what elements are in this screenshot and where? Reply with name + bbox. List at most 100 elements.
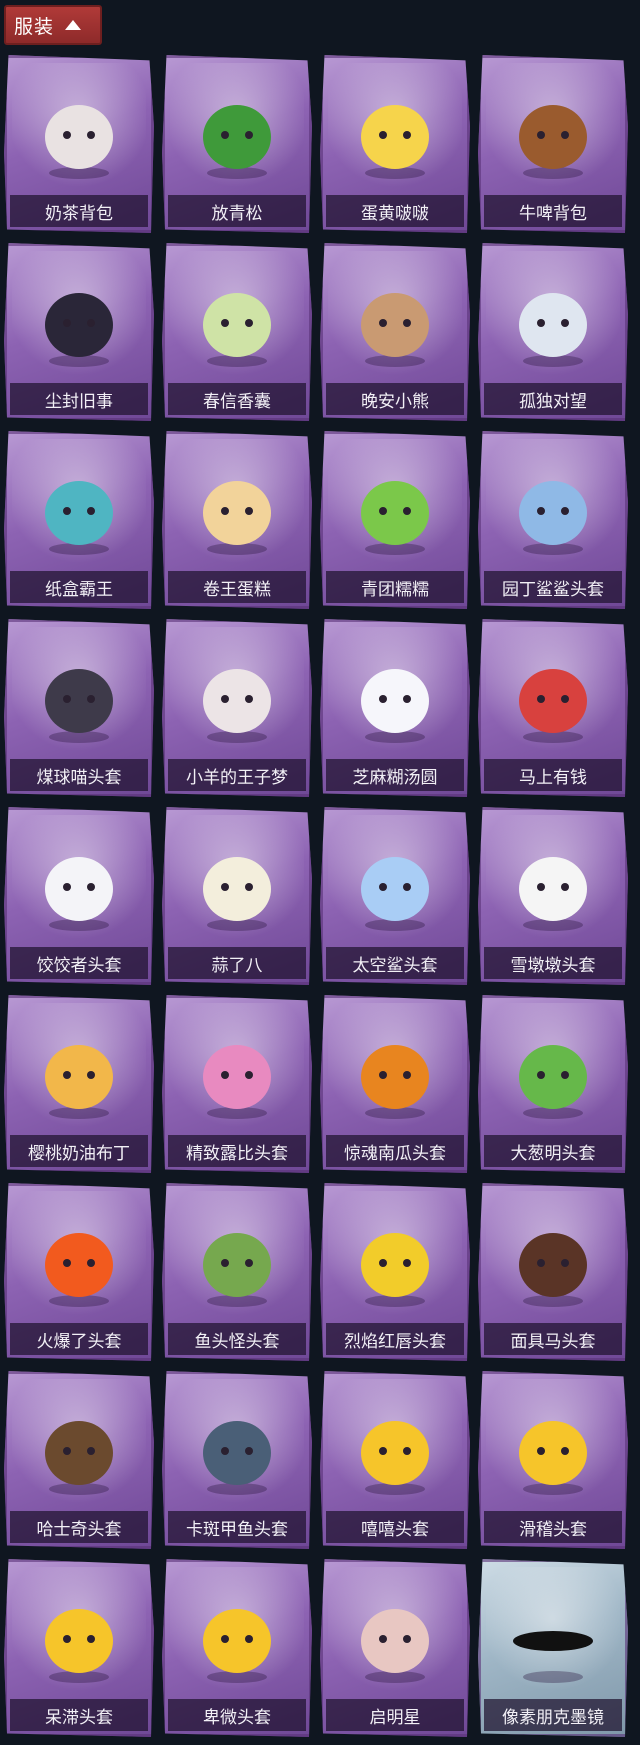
item-card[interactable]: 精致露比头套 — [162, 995, 312, 1173]
fire-head-icon — [45, 1233, 113, 1307]
item-card[interactable]: 晚安小熊 — [320, 243, 470, 421]
item-label: 雪墩墩头套 — [484, 947, 622, 979]
item-label: 呆滞头套 — [10, 1699, 148, 1731]
grin-emoji-icon — [361, 1421, 429, 1495]
item-card[interactable]: 春信香囊 — [162, 243, 312, 421]
item-label: 孤独对望 — [484, 383, 622, 415]
doll-keychain-icon — [45, 293, 113, 367]
bust-figure-icon — [361, 1609, 429, 1683]
item-label: 饺饺者头套 — [10, 947, 148, 979]
item-card[interactable]: 园丁鲨鲨头套 — [478, 431, 628, 609]
pumpkin-icon — [361, 1045, 429, 1119]
item-card[interactable]: 呆滞头套 — [4, 1559, 154, 1737]
item-card[interactable]: 樱桃奶油布丁 — [4, 995, 154, 1173]
horse-mask-icon — [519, 1233, 587, 1307]
milk-tea-bag-icon — [45, 105, 113, 179]
item-label: 蒜了八 — [168, 947, 306, 979]
item-label: 樱桃奶油布丁 — [10, 1135, 148, 1167]
item-label: 嘻嘻头套 — [326, 1511, 464, 1543]
item-label: 煤球喵头套 — [10, 759, 148, 791]
item-label: 火爆了头套 — [10, 1323, 148, 1355]
sheep-crown-icon — [203, 669, 271, 743]
roll-cake-icon — [203, 481, 271, 555]
fish-head-icon — [203, 1421, 271, 1495]
item-label: 鱼头怪头套 — [168, 1323, 306, 1355]
item-card[interactable]: 大葱明头套 — [478, 995, 628, 1173]
item-label: 启明星 — [326, 1699, 464, 1731]
figure-keychain-icon — [519, 293, 587, 367]
item-grid: 奶茶背包 放青松 蛋黄啵啵 牛啤背包尘封旧事 春信香囊 晚安小熊 孤独对望纸盒霸王 卷王蛋糕青… — [4, 55, 628, 1737]
item-card[interactable]: 孤独对望 — [478, 243, 628, 421]
item-label: 纸盒霸王 — [10, 571, 148, 603]
pink-bird-icon — [203, 1045, 271, 1119]
item-card[interactable]: 饺饺者头套 — [4, 807, 154, 985]
pixel-sunglasses-icon — [513, 1631, 593, 1683]
item-label: 卡斑甲鱼头套 — [168, 1511, 306, 1543]
pikachu-sunglasses-icon — [361, 1233, 429, 1307]
item-card[interactable]: 奶茶背包 — [4, 55, 154, 233]
item-card[interactable]: 小羊的王子梦 — [162, 619, 312, 797]
space-shark-icon — [361, 857, 429, 931]
item-label: 园丁鲨鲨头套 — [484, 571, 622, 603]
item-card[interactable]: 卡斑甲鱼头套 — [162, 1371, 312, 1549]
outfit-toggle-button[interactable]: 服装 — [4, 5, 102, 45]
item-label: 尘封旧事 — [10, 383, 148, 415]
dumpling-head-icon — [361, 669, 429, 743]
item-label: 小羊的王子梦 — [168, 759, 306, 791]
item-label: 惊魂南瓜头套 — [326, 1135, 464, 1167]
item-card[interactable]: 像素朋克墨镜 — [478, 1559, 628, 1737]
dazed-emoji-icon — [45, 1609, 113, 1683]
item-label: 卑微头套 — [168, 1699, 306, 1731]
green-rice-ball-icon — [361, 481, 429, 555]
item-label: 春信香囊 — [168, 383, 306, 415]
item-label: 青团糯糯 — [326, 571, 464, 603]
husky-sunglasses-icon — [45, 1421, 113, 1495]
item-card[interactable]: 煤球喵头套 — [4, 619, 154, 797]
cloud-dumpling-icon — [45, 857, 113, 931]
item-card[interactable]: 惊魂南瓜头套 — [320, 995, 470, 1173]
cow-beer-barrel-icon — [519, 105, 587, 179]
item-card[interactable]: 太空鲨头套 — [320, 807, 470, 985]
item-card[interactable]: 哈士奇头套 — [4, 1371, 154, 1549]
item-card[interactable]: 放青松 — [162, 55, 312, 233]
chevron-up-icon — [65, 20, 82, 30]
item-card[interactable]: 火爆了头套 — [4, 1183, 154, 1361]
item-label: 哈士奇头套 — [10, 1511, 148, 1543]
item-label: 牛啤背包 — [484, 195, 622, 227]
item-label: 放青松 — [168, 195, 306, 227]
item-card[interactable]: 烈焰红唇头套 — [320, 1183, 470, 1361]
item-card[interactable]: 鱼头怪头套 — [162, 1183, 312, 1361]
item-label: 太空鲨头套 — [326, 947, 464, 979]
item-card[interactable]: 尘封旧事 — [4, 243, 154, 421]
item-card[interactable]: 芝麻糊汤圆 — [320, 619, 470, 797]
scallion-icon — [519, 1045, 587, 1119]
item-card[interactable]: 蛋黄啵啵 — [320, 55, 470, 233]
egg-chick-icon — [361, 105, 429, 179]
box-dino-icon — [45, 481, 113, 555]
item-card[interactable]: 面具马头套 — [478, 1183, 628, 1361]
item-card[interactable]: 滑稽头套 — [478, 1371, 628, 1549]
item-card[interactable]: 蒜了八 — [162, 807, 312, 985]
garlic-icon — [203, 857, 271, 931]
item-card[interactable]: 卷王蛋糕 — [162, 431, 312, 609]
item-card[interactable]: 马上有钱 — [478, 619, 628, 797]
bonsai-pine-icon — [203, 105, 271, 179]
humble-emoji-icon — [203, 1609, 271, 1683]
funny-emoji-icon — [519, 1421, 587, 1495]
item-label: 大葱明头套 — [484, 1135, 622, 1167]
item-label: 晚安小熊 — [326, 383, 464, 415]
item-label: 奶茶背包 — [10, 195, 148, 227]
item-card[interactable]: 青团糯糯 — [320, 431, 470, 609]
item-label: 蛋黄啵啵 — [326, 195, 464, 227]
item-card[interactable]: 牛啤背包 — [478, 55, 628, 233]
item-label: 滑稽头套 — [484, 1511, 622, 1543]
item-label: 马上有钱 — [484, 759, 622, 791]
item-label: 面具马头套 — [484, 1323, 622, 1355]
item-card[interactable]: 卑微头套 — [162, 1559, 312, 1737]
item-card[interactable]: 雪墩墩头套 — [478, 807, 628, 985]
item-card[interactable]: 纸盒霸王 — [4, 431, 154, 609]
fish-monster-icon — [203, 1233, 271, 1307]
item-label: 像素朋克墨镜 — [484, 1699, 622, 1731]
item-card[interactable]: 嘻嘻头套 — [320, 1371, 470, 1549]
item-card[interactable]: 启明星 — [320, 1559, 470, 1737]
